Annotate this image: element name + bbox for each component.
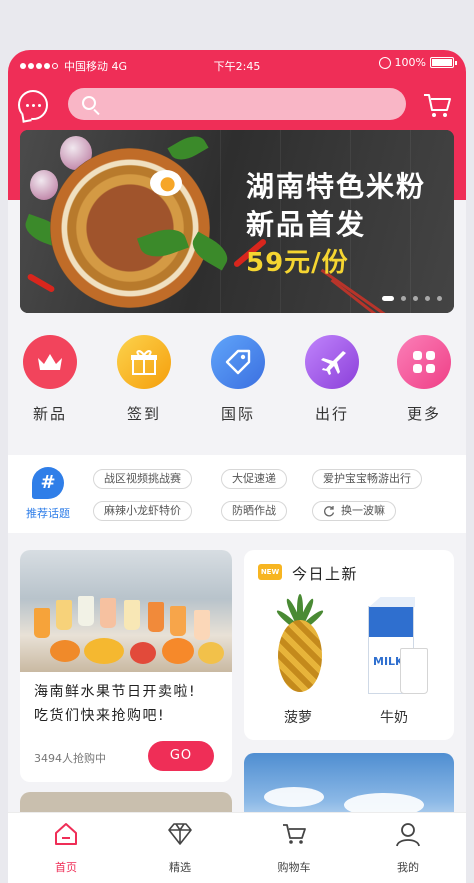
fruit-juice-image [20,550,232,672]
category-row: 新品 签到 国际 出行 更多 [20,335,454,445]
refresh-icon [324,506,335,517]
product-label-milk: 牛奶 [380,710,408,726]
go-button[interactable]: GO [148,741,214,771]
promo-title-line1: 海南鲜水果节日开卖啦! [34,684,197,700]
tab-home[interactable]: 首页 [26,821,106,875]
grid-icon [397,335,451,389]
promo-banner[interactable]: 湖南特色米粉 新品首发 59元/份 [20,130,454,313]
cart-icon [283,824,306,844]
refresh-label: 换一波嘛 [341,504,385,517]
topic-tag[interactable]: 战区视频挑战赛 [93,469,192,489]
banner-price: 59元/份 [245,248,349,278]
hashtag-icon: # [32,467,64,499]
category-label: 更多 [406,405,441,423]
topic-tag[interactable]: 大促速递 [221,469,287,489]
category-label: 签到 [126,405,161,423]
search-icon [82,96,96,110]
rotation-lock-icon [378,56,391,69]
topic-tag[interactable]: 麻辣小龙虾特价 [93,501,192,521]
category-checkin[interactable]: 签到 [114,335,174,424]
category-travel[interactable]: 出行 [302,335,362,424]
tab-label: 我的 [397,861,419,874]
app-screen: 中国移动 4G 下午2:45 100% 湖南特色米粉 新品首发 59元/份 新品… [8,50,466,883]
category-international[interactable]: 国际 [208,335,268,424]
category-label: 国际 [220,405,255,423]
noodle-bowl-image [50,148,210,308]
topic-tag[interactable]: 防晒作战 [221,501,287,521]
user-icon [396,823,420,847]
tag-icon [211,335,265,389]
topics-button[interactable]: # 推荐话题 [18,467,78,521]
new-today-title: 今日上新 [292,565,359,583]
tab-bar: 首页 精选 购物车 我的 [8,812,466,883]
gift-icon [117,335,171,389]
fruit-promo-card[interactable]: 海南鲜水果节日开卖啦! 吃货们快来抢购吧! 3494人抢购中 GO [20,550,232,782]
category-new[interactable]: 新品 [20,335,80,424]
crown-icon [23,335,77,389]
new-today-card[interactable]: NEW 今日上新 菠萝 MILK 牛奶 [244,550,454,740]
tab-label: 购物车 [277,861,311,874]
category-label: 新品 [32,405,67,423]
banner-title: 湖南特色米粉 [245,170,426,203]
promo-title-line2: 吃货们快来抢购吧! [34,708,166,724]
banner-subtitle: 新品首发 [245,208,366,241]
topic-tag[interactable]: 爱护宝宝畅游出行 [312,469,422,489]
topics-label: 推荐话题 [26,507,70,520]
topic-section: # 推荐话题 战区视频挑战赛 大促速递 爱护宝宝畅游出行 麻辣小龙虾特价 防晒作… [8,455,466,533]
product-label-pineapple: 菠萝 [284,710,312,726]
airplane-icon [305,335,359,389]
status-bar: 中国移动 4G 下午2:45 100% [8,50,466,78]
battery-icon [430,57,457,68]
battery-percent: 100% [394,56,426,69]
tab-cart[interactable]: 购物车 [254,821,334,875]
home-icon [55,823,77,845]
tab-profile[interactable]: 我的 [368,821,448,875]
diamond-icon [168,823,192,845]
refresh-topics-button[interactable]: 换一波嘛 [312,501,396,521]
chat-bubble-icon[interactable] [18,90,48,120]
tab-label: 首页 [55,861,77,874]
search-input[interactable] [68,88,406,120]
shopping-cart-icon[interactable] [422,90,452,120]
category-label: 出行 [314,405,349,423]
banner-pager[interactable] [382,296,442,301]
buyer-count: 3494人抢购中 [34,752,106,765]
tab-label: 精选 [169,861,191,874]
category-more[interactable]: 更多 [394,335,454,424]
tab-featured[interactable]: 精选 [140,821,220,875]
new-badge: NEW [258,564,282,580]
